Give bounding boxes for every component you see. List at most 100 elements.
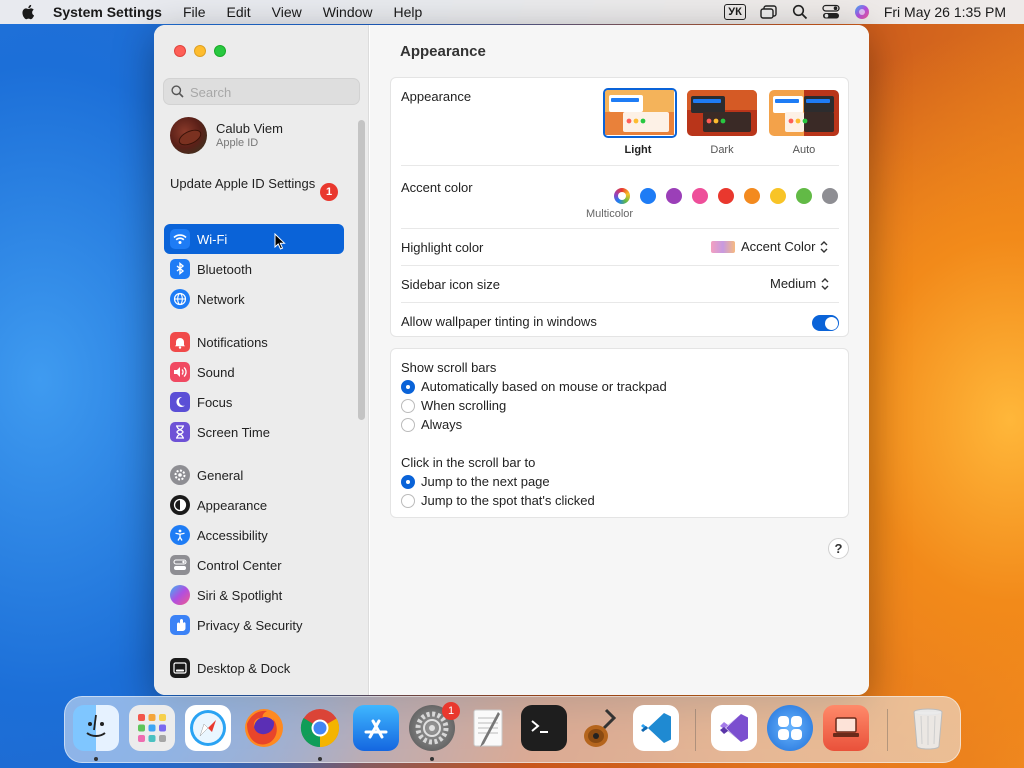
accent-pink-swatch[interactable] [692,188,708,204]
sidebar-item-network[interactable]: Network [164,284,344,314]
vscode-icon[interactable] [633,705,679,751]
highlight-color-label: Highlight color [401,240,484,255]
finder-icon[interactable] [73,705,119,751]
scroll-bar-settings-card: Show scroll bars Automatically based on … [390,348,849,518]
parallels-icon[interactable] [823,705,869,751]
appearance-auto-option[interactable] [769,90,839,136]
accent-graphite-swatch[interactable] [822,188,838,204]
sidebar-item-label: Notifications [197,334,268,350]
trash-icon[interactable] [905,705,951,751]
mouse-pointer-icon [274,233,286,250]
menu-app-name[interactable]: System Settings [53,4,162,20]
show-scroll-bars-label: Show scroll bars [401,360,497,375]
sidebar-item-bluetooth[interactable]: Bluetooth [164,254,344,284]
sidebar-item-notifications[interactable]: Notifications [164,327,344,357]
sidebar-item-label: Screen Time [197,424,270,440]
sidebar-item-label: Control Center [197,557,282,573]
appearance-light-option[interactable] [603,88,677,138]
apple-menu-icon[interactable] [20,3,38,21]
sidebar-icon-size-label: Sidebar icon size [401,277,500,292]
accent-blue-swatch[interactable] [640,188,656,204]
firefox-icon[interactable] [241,705,287,751]
appearance-panel: Appearance Appearance Light Dark Auto Ac… [370,25,869,695]
sidebar-item-accessibility[interactable]: Accessibility [164,520,344,550]
wallpaper-tinting-label: Allow wallpaper tinting in windows [401,314,597,329]
wallpaper-tinting-toggle[interactable] [812,315,839,331]
spotlight-search-icon[interactable] [792,4,808,20]
menu-bar: System Settings File Edit View Window He… [0,0,1024,24]
siri-icon[interactable] [854,4,870,20]
help-button[interactable]: ? [828,538,849,559]
menu-clock[interactable]: Fri May 26 1:35 PM [884,4,1006,20]
sidebar-item-sound[interactable]: Sound [164,357,344,387]
scroll-bars-option-automatic[interactable]: Automatically based on mouse or trackpad [401,379,667,394]
accent-red-swatch[interactable] [718,188,734,204]
sidebar-item-privacy-security[interactable]: Privacy & Security [164,610,344,640]
highlight-color-popup[interactable]: Accent Color [711,239,829,254]
accent-green-swatch[interactable] [796,188,812,204]
launchpad-icon[interactable] [129,705,175,751]
running-indicator [94,757,98,761]
stage-manager-icon[interactable] [760,4,778,20]
menu-edit[interactable]: Edit [227,4,251,20]
sidebar-icon-size-popup[interactable]: Medium [770,276,830,291]
sidebar-item-siri-spotlight[interactable]: Siri & Spotlight [164,580,344,610]
sidebar-search-box[interactable] [163,78,360,105]
accent-yellow-swatch[interactable] [770,188,786,204]
dock-badge: 1 [442,702,460,720]
sidebar-item-screen-time[interactable]: Screen Time [164,417,344,447]
accent-purple-swatch[interactable] [666,188,682,204]
click-option-next-page[interactable]: Jump to the next page [401,474,550,489]
accent-orange-swatch[interactable] [744,188,760,204]
sidebar-item-focus[interactable]: Focus [164,387,344,417]
click-option-spot-clicked[interactable]: Jump to the spot that's clicked [401,493,595,508]
window-zoom-button[interactable] [214,45,226,57]
radio-button[interactable] [401,398,415,413]
sidebar-item-control-center[interactable]: Control Center [164,550,344,580]
scroll-bars-option-always[interactable]: Always [401,417,462,432]
input-source-menu[interactable]: УК [724,4,746,20]
window-minimize-button[interactable] [194,45,206,57]
running-indicator [318,757,322,761]
page-title: Appearance [400,43,486,60]
remote-desktop-icon[interactable] [767,705,813,751]
menu-help[interactable]: Help [394,4,423,20]
menu-view[interactable]: View [272,4,302,20]
general-icon [170,465,190,485]
radio-label: Jump to the spot that's clicked [421,493,595,508]
apple-id-account[interactable]: Calub Viem Apple ID [170,117,350,155]
running-indicator [430,757,434,761]
appearance-dark-option[interactable] [687,90,757,136]
sidebar-item-general[interactable]: General [164,460,344,490]
app-store-icon[interactable] [353,705,399,751]
appearance-light-label: Light [624,144,652,156]
textedit-icon[interactable] [465,705,511,751]
sidebar-item-wifi[interactable]: Wi-Fi [164,224,344,254]
radio-button[interactable] [401,379,415,394]
scroll-bars-option-when-scrolling[interactable]: When scrolling [401,398,506,413]
sidebar-item-appearance[interactable]: Appearance [164,490,344,520]
search-icon [171,85,184,98]
radio-label: Jump to the next page [421,474,550,489]
click-scroll-bar-label: Click in the scroll bar to [401,455,536,470]
search-input[interactable] [190,83,350,101]
visual-studio-icon[interactable] [711,705,757,751]
chrome-icon[interactable] [297,705,343,751]
control-center-icon[interactable] [822,4,840,20]
sidebar-scrollbar[interactable] [358,120,365,420]
safari-icon[interactable] [185,705,231,751]
garageband-icon[interactable] [577,705,623,751]
focus-icon [170,392,190,412]
appearance-dark-label: Dark [710,144,734,156]
accent-multicolor-swatch[interactable] [614,188,630,204]
radio-button[interactable] [401,493,415,508]
menu-file[interactable]: File [183,4,206,20]
radio-button[interactable] [401,417,415,432]
sidebar-item-desktop-dock[interactable]: Desktop & Dock [164,653,344,683]
menu-window[interactable]: Window [323,4,373,20]
terminal-icon[interactable] [521,705,567,751]
radio-button[interactable] [401,474,415,489]
sidebar-item-label: Sound [197,364,235,380]
appearance-label: Appearance [401,89,472,104]
window-close-button[interactable] [174,45,186,57]
